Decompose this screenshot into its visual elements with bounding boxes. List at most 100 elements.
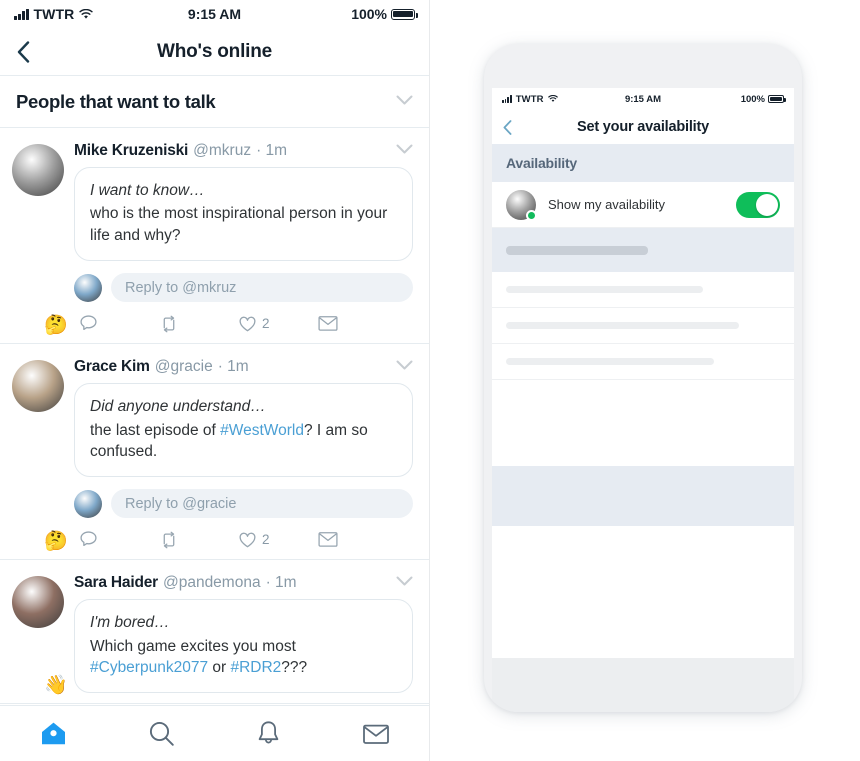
- chevron-left-icon: [503, 119, 511, 135]
- tab-notifications[interactable]: [215, 720, 323, 747]
- tweet-prompt: I'm bored…: [90, 614, 170, 632]
- like-action[interactable]: 2: [238, 314, 318, 333]
- right-status-bar-right: 100%: [740, 93, 786, 105]
- tweet-body-text: the last episode of: [90, 421, 221, 439]
- toggle-knob: [756, 193, 778, 216]
- heart-icon: [239, 316, 256, 332]
- tweet-menu-button[interactable]: [396, 358, 413, 376]
- reply-action[interactable]: [74, 530, 159, 549]
- retweet-action[interactable]: [159, 314, 239, 333]
- wifi-icon: [547, 95, 558, 102]
- tweet-body: Sara Haider @pandemona · 1m I'm bored… Which…: [64, 574, 413, 694]
- bell-icon: [258, 721, 279, 744]
- tweet-author-name[interactable]: Mike Kruzeniski: [74, 142, 188, 160]
- avatar-sara-haider[interactable]: [12, 576, 64, 629]
- like-action[interactable]: 2: [238, 530, 318, 549]
- tweet-author-handle[interactable]: @pandemona: [163, 574, 261, 592]
- tweet-body: Mike Kruzeniski @mkruz · 1m I want to know……: [64, 142, 413, 333]
- status-bar-right: 100%: [351, 6, 418, 22]
- tweet-prompt: I want to know…: [90, 182, 205, 199]
- chevron-left-icon: [17, 40, 29, 63]
- tab-search[interactable]: [108, 720, 216, 747]
- retweet-icon: [163, 531, 174, 549]
- avatar-grace-kim[interactable]: [12, 360, 64, 413]
- tweet-header: Mike Kruzeniski @mkruz · 1m: [74, 142, 413, 160]
- tweet-body-text: Which game excites you most: [90, 637, 296, 655]
- reply-action[interactable]: [74, 314, 159, 333]
- status-bar: TWTR 9:15 AM 100%: [0, 0, 429, 28]
- right-status-bar-left: TWTR: [502, 94, 558, 105]
- chevron-down-icon: [396, 144, 413, 154]
- tweet-header: Sara Haider @pandemona · 1m: [74, 574, 413, 592]
- battery-percent-label: 100%: [351, 6, 387, 22]
- tweet-card[interactable]: 🤔 Grace Kim @gracie · 1m Did anyone understa…: [0, 344, 429, 561]
- right-status-bar: TWTR 9:15 AM 100%: [492, 88, 794, 110]
- tweet-body-text: ???: [281, 659, 308, 676]
- tab-messages[interactable]: [323, 722, 430, 746]
- availability-row-label: Show my availability: [548, 197, 666, 212]
- carrier-label: TWTR: [33, 6, 75, 22]
- reply-input[interactable]: Reply to @mkruz: [111, 273, 413, 303]
- chevron-down-icon: [396, 95, 413, 104]
- screenshot-stage: TWTR 9:15 AM 100% Who's online People th…: [0, 0, 860, 761]
- skeleton-row: [492, 344, 794, 380]
- skeleton-bar: [506, 358, 715, 365]
- availability-toggle[interactable]: [736, 191, 780, 218]
- tab-home[interactable]: [0, 721, 108, 746]
- right-page-title: Set your availability: [577, 119, 709, 135]
- skeleton-bar: [506, 322, 739, 329]
- skeleton-bar: [506, 245, 649, 255]
- right-battery-percent-label: 100%: [740, 93, 765, 105]
- reply-row: Reply to @mkruz: [74, 273, 413, 303]
- tweet-author-name[interactable]: Grace Kim: [74, 358, 150, 376]
- tweet-author-handle[interactable]: @mkruz: [193, 142, 251, 160]
- tweet-bubble: I want to know… who is the most inspirati…: [74, 167, 413, 262]
- tweet-body-text: or: [208, 659, 231, 676]
- section-collapse-button[interactable]: [396, 93, 413, 111]
- tweet-actions: 2: [74, 530, 413, 549]
- tweet-timestamp: · 1m: [217, 358, 249, 376]
- signal-bars-icon: [14, 8, 29, 20]
- tweet-menu-button[interactable]: [396, 142, 413, 160]
- like-count: 2: [262, 532, 270, 548]
- online-dot-icon: [526, 209, 537, 221]
- section-header[interactable]: People that want to talk: [0, 76, 429, 128]
- tweet-card[interactable]: 👋 Sara Haider @pandemona · 1m I'm bored… Whic…: [0, 560, 429, 705]
- tweet-author-handle[interactable]: @gracie: [155, 358, 213, 376]
- reply-bubble-icon: [80, 315, 97, 331]
- avatar-mike-kruzeniski[interactable]: [12, 144, 64, 196]
- tweet-body: Grace Kim @gracie · 1m Did anyone understan…: [64, 358, 413, 549]
- tweet-header: Grace Kim @gracie · 1m: [74, 358, 413, 376]
- retweet-icon: [163, 315, 174, 332]
- share-action[interactable]: [317, 314, 398, 333]
- retweet-action[interactable]: [159, 530, 239, 549]
- status-emoji-badge: 🤔: [44, 531, 68, 553]
- skeleton-bar: [506, 286, 704, 293]
- reply-bubble-icon: [80, 531, 97, 547]
- right-section-header-title: Availability: [506, 155, 577, 171]
- reply-input[interactable]: Reply to @gracie: [111, 489, 413, 519]
- back-button[interactable]: [0, 40, 46, 63]
- right-section-header: Availability: [492, 144, 794, 182]
- nav-bar: Who's online: [0, 28, 429, 76]
- tweet-prompt: Did anyone understand…: [90, 398, 266, 416]
- tweet-body-text: who is the most inspirational person in …: [90, 205, 388, 244]
- section-header-title: People that want to talk: [16, 90, 216, 112]
- left-phone-screen: TWTR 9:15 AM 100% Who's online People th…: [0, 0, 430, 761]
- skeleton-band: [492, 228, 794, 272]
- tweet-actions: 2: [74, 314, 413, 333]
- availability-row[interactable]: Show my availability: [492, 182, 794, 228]
- tweet-card[interactable]: 🤔 Mike Kruzeniski @mkruz · 1m I want to know…: [0, 128, 429, 345]
- tweet-author-name[interactable]: Sara Haider: [74, 574, 158, 592]
- right-back-button[interactable]: [492, 119, 522, 135]
- avatar-wrap: 👋: [12, 574, 68, 695]
- tweet-menu-button[interactable]: [396, 574, 413, 592]
- signal-bars-icon: [502, 95, 512, 103]
- hashtag-link[interactable]: #WestWorld: [220, 422, 304, 439]
- skeleton-footer-band: [492, 466, 794, 526]
- hashtag-link[interactable]: #RDR2: [230, 659, 281, 676]
- envelope-icon: [363, 724, 390, 744]
- hashtag-link[interactable]: #Cyberpunk2077: [90, 659, 208, 676]
- share-action[interactable]: [317, 530, 398, 549]
- tweet-timestamp: · 1m: [256, 142, 288, 159]
